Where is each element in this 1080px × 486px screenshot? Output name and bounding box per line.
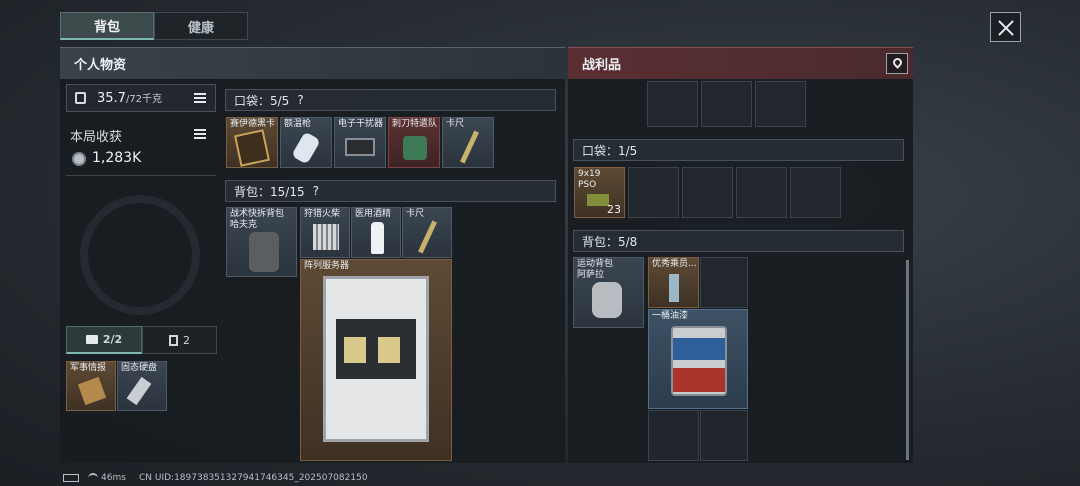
loot-slot[interactable] bbox=[736, 167, 787, 218]
secure-item-intel[interactable]: 军事情报 bbox=[66, 361, 116, 411]
jammer-icon bbox=[345, 138, 375, 156]
help-icon[interactable]: ? bbox=[297, 93, 303, 107]
backpack-icon bbox=[249, 232, 279, 272]
weight-icon bbox=[75, 92, 86, 104]
intel-icon bbox=[77, 376, 107, 406]
caliper-icon bbox=[460, 130, 479, 164]
personal-header: 个人物资 bbox=[60, 47, 565, 79]
uid-text: CN UID:189738351327941746345_20250708215… bbox=[139, 473, 368, 483]
loot-backpack-bag[interactable]: 运动背包 阿萨拉 bbox=[573, 257, 644, 328]
pocket-item-4[interactable]: 卡尺 bbox=[442, 117, 494, 168]
bottle-icon bbox=[371, 222, 384, 254]
close-button[interactable] bbox=[990, 12, 1021, 42]
emblem-watermark bbox=[80, 195, 200, 315]
ping-text: 46ms bbox=[101, 473, 126, 483]
loot-pocket-ammo[interactable]: 9x19 PSO 23 bbox=[574, 167, 625, 218]
tab-health[interactable]: 健康 bbox=[154, 12, 248, 40]
tab-secure-b[interactable]: 2 bbox=[142, 326, 217, 354]
loot-pocket-section: 口袋：1/5 bbox=[573, 139, 904, 161]
backpack-item-caliper[interactable]: 卡尺 bbox=[402, 207, 452, 258]
income-value: 1,283K bbox=[92, 150, 142, 166]
trophy-icon bbox=[669, 274, 679, 302]
briefcase-icon bbox=[85, 335, 98, 344]
divider bbox=[66, 175, 216, 176]
coin-icon bbox=[72, 152, 86, 166]
income-label: 本局收获 bbox=[70, 130, 123, 145]
server-icon bbox=[323, 276, 429, 442]
weight-list-button[interactable] bbox=[188, 87, 212, 109]
help-icon[interactable]: ? bbox=[313, 184, 319, 198]
weight-value: 35.7/72千克 bbox=[97, 91, 163, 106]
tag-icon bbox=[403, 136, 427, 160]
loot-slot[interactable] bbox=[701, 81, 752, 127]
pocket-item-2[interactable]: 电子干扰器 bbox=[334, 117, 386, 168]
ssd-icon bbox=[126, 376, 152, 406]
bag-icon bbox=[592, 282, 622, 318]
location-pin-icon bbox=[891, 56, 904, 69]
income-list-button[interactable] bbox=[188, 123, 212, 145]
loot-backpack-item-1[interactable]: 优秀乘员... bbox=[648, 257, 699, 308]
secure-item-ssd[interactable]: 固态硬盘 bbox=[117, 361, 167, 411]
tab-secure-case[interactable]: 2/2 bbox=[66, 326, 142, 354]
loot-slot[interactable] bbox=[682, 167, 733, 218]
backpack-item-alcohol[interactable]: 医用酒精 bbox=[351, 207, 401, 258]
backpack-section: 背包：15/15? bbox=[225, 180, 556, 202]
loot-header: 战利品 bbox=[568, 47, 913, 79]
loot-backpack-section: 背包：5/8 bbox=[573, 230, 904, 252]
matches-icon bbox=[313, 224, 339, 250]
ammo-icon bbox=[587, 194, 609, 206]
loot-slot[interactable] bbox=[755, 81, 806, 127]
card-icon bbox=[234, 129, 270, 167]
backpack-item-matches[interactable]: 狩猎火柴 bbox=[300, 207, 350, 258]
pocket-item-0[interactable]: 赛伊德黑卡 bbox=[226, 117, 278, 168]
pocket-item-1[interactable]: 额温枪 bbox=[280, 117, 332, 168]
loot-slot[interactable] bbox=[700, 410, 748, 461]
loot-backpack-paint[interactable]: 一桶油漆 bbox=[648, 309, 748, 409]
thermometer-icon bbox=[291, 131, 321, 165]
loot-scrollbar[interactable] bbox=[906, 260, 909, 460]
loot-slot[interactable] bbox=[647, 81, 698, 127]
backpack-item-bag[interactable]: 战术快拆背包 哈夫克 bbox=[226, 207, 297, 277]
loot-slot[interactable] bbox=[628, 167, 679, 218]
pocket-item-3[interactable]: 刺刀特遣队 bbox=[388, 117, 440, 168]
wifi-icon bbox=[88, 473, 98, 483]
loot-slot[interactable] bbox=[648, 410, 699, 461]
loot-slot[interactable] bbox=[790, 167, 841, 218]
location-pin-button[interactable] bbox=[886, 53, 908, 74]
battery-icon bbox=[63, 474, 79, 482]
pocket-section: 口袋：5/5? bbox=[225, 89, 556, 111]
clipboard-icon bbox=[169, 334, 178, 346]
backpack-item-server[interactable]: 阵列服务器 bbox=[300, 259, 452, 461]
tab-backpack[interactable]: 背包 bbox=[60, 12, 154, 40]
loot-slot[interactable] bbox=[700, 257, 748, 308]
paint-bucket-icon bbox=[671, 326, 727, 396]
caliper-icon bbox=[418, 220, 437, 254]
